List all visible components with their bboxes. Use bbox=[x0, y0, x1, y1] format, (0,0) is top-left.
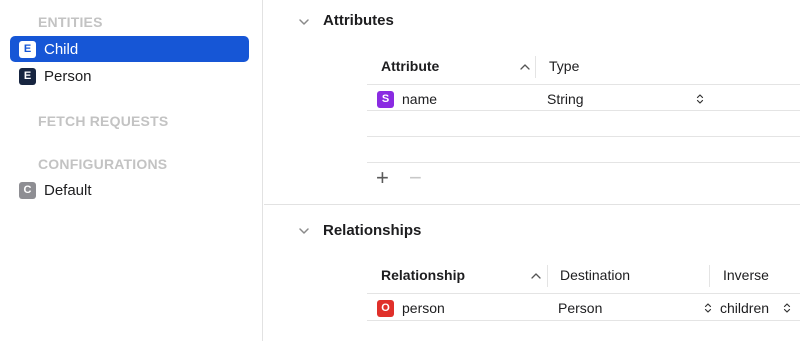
sidebar-item-label: Child bbox=[44, 40, 79, 58]
column-separator[interactable] bbox=[535, 56, 536, 78]
column-header-destination[interactable]: Destination bbox=[560, 267, 630, 283]
column-separator[interactable] bbox=[547, 265, 548, 287]
row-divider bbox=[367, 136, 800, 137]
relationships-table: Relationship Destination Inverse O perso… bbox=[367, 260, 800, 341]
row-divider bbox=[367, 162, 800, 163]
attribute-type-value: String bbox=[547, 91, 584, 107]
string-type-icon: S bbox=[377, 90, 394, 108]
attribute-type-select[interactable]: String bbox=[547, 88, 584, 110]
remove-attribute-button[interactable]: − bbox=[409, 167, 422, 189]
entities-header: ENTITIES bbox=[38, 14, 103, 30]
popup-chevrons-icon[interactable] bbox=[783, 302, 791, 314]
attribute-name[interactable]: name bbox=[402, 91, 437, 107]
table-row[interactable]: S name bbox=[377, 88, 437, 110]
row-divider bbox=[367, 110, 800, 111]
inverse-select[interactable]: children bbox=[720, 297, 769, 319]
table-row[interactable]: O person bbox=[377, 297, 445, 319]
column-separator[interactable] bbox=[709, 265, 710, 287]
sort-ascending-icon[interactable] bbox=[520, 63, 530, 71]
entity-icon: E bbox=[19, 67, 36, 85]
sidebar-item-person[interactable]: E Person bbox=[10, 63, 249, 89]
destination-value: Person bbox=[558, 300, 603, 316]
add-attribute-button[interactable]: + bbox=[376, 167, 389, 189]
entity-icon: E bbox=[19, 40, 36, 58]
column-header-relationship[interactable]: Relationship bbox=[381, 267, 465, 283]
entity-editor: Attributes Attribute Type S name String … bbox=[264, 0, 800, 341]
attributes-title: Attributes bbox=[323, 12, 394, 29]
popup-chevrons-icon[interactable] bbox=[696, 93, 704, 105]
sidebar-item-child[interactable]: E Child bbox=[10, 36, 249, 62]
inverse-value: children bbox=[720, 300, 770, 316]
relationship-name[interactable]: person bbox=[402, 300, 445, 316]
header-divider bbox=[367, 84, 800, 85]
row-divider bbox=[367, 320, 800, 321]
sidebar-item-label: Default bbox=[44, 181, 92, 199]
fetch-requests-header: FETCH REQUESTS bbox=[38, 113, 169, 129]
chevron-down-icon[interactable] bbox=[298, 16, 310, 28]
column-header-attribute[interactable]: Attribute bbox=[381, 58, 439, 74]
column-header-type[interactable]: Type bbox=[549, 58, 579, 74]
popup-chevrons-icon[interactable] bbox=[704, 302, 712, 314]
attributes-table: Attribute Type S name String + − bbox=[367, 50, 800, 200]
configuration-icon: C bbox=[19, 181, 36, 199]
to-one-relationship-icon: O bbox=[377, 299, 394, 317]
relationships-title: Relationships bbox=[323, 222, 422, 239]
destination-select[interactable]: Person bbox=[558, 297, 602, 319]
chevron-down-icon[interactable] bbox=[298, 225, 310, 237]
column-header-inverse[interactable]: Inverse bbox=[723, 267, 769, 283]
sidebar: ENTITIES E Child E Person FETCH REQUESTS… bbox=[0, 0, 263, 341]
section-divider bbox=[264, 204, 800, 205]
sidebar-item-default[interactable]: C Default bbox=[10, 177, 249, 203]
sidebar-item-label: Person bbox=[44, 67, 92, 85]
configurations-header: CONFIGURATIONS bbox=[38, 156, 168, 172]
header-divider bbox=[367, 293, 800, 294]
sort-ascending-icon[interactable] bbox=[531, 272, 541, 280]
